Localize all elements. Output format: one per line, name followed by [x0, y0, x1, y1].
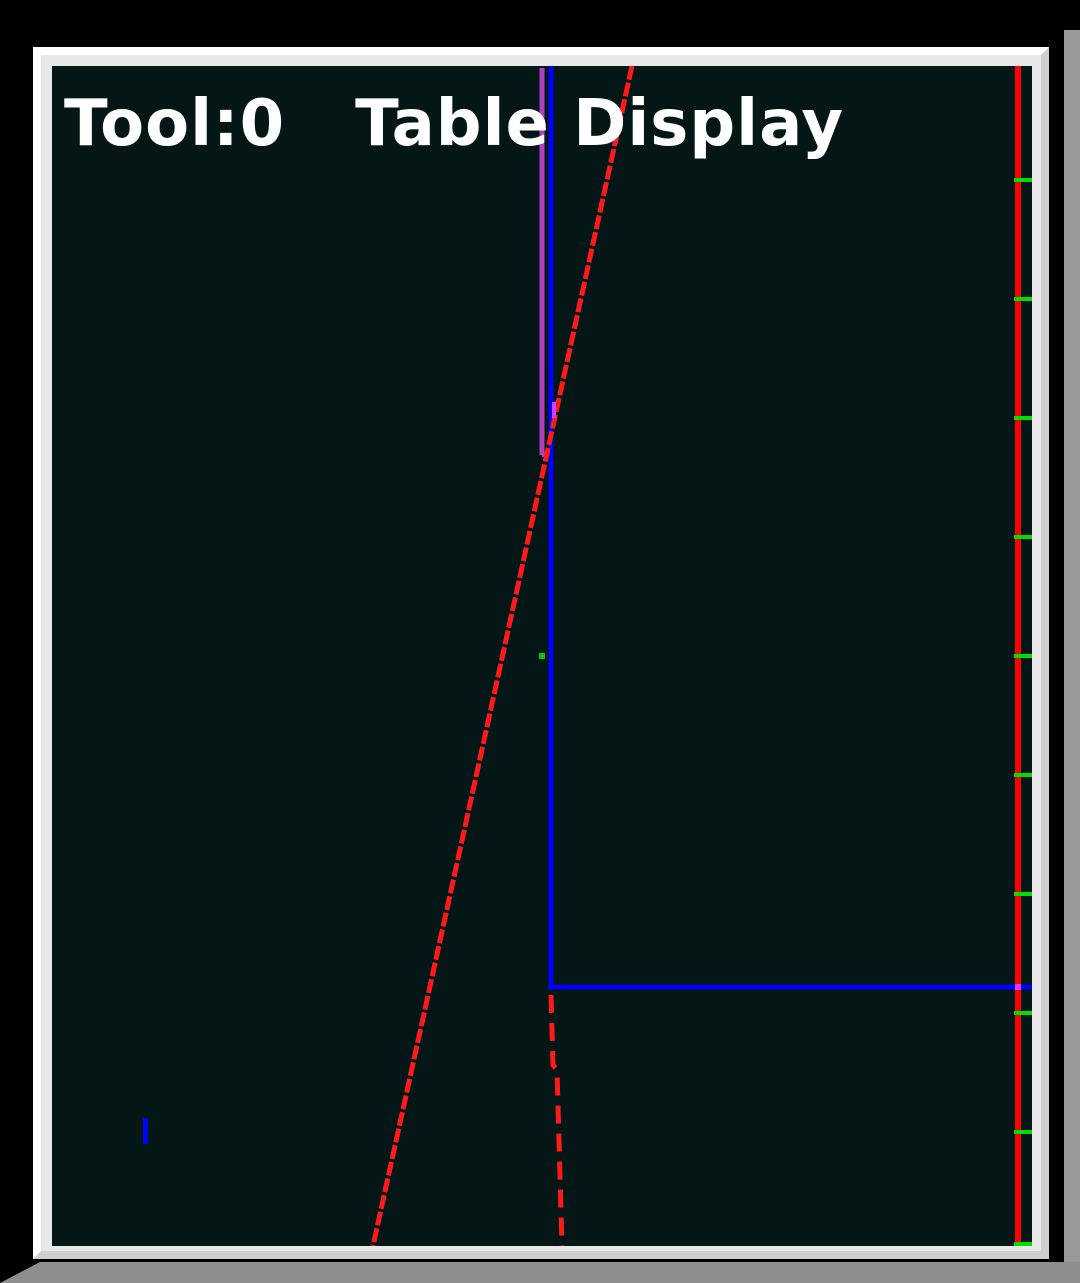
toolpath-canvas[interactable] [0, 0, 1080, 1283]
blue-origin-icon [143, 1118, 148, 1144]
viewport-title: Tool:0 Table Display [64, 92, 844, 156]
center-point-marker [539, 653, 545, 659]
tool-tip-marker [552, 402, 556, 418]
cnc-table-display-window: Tool:0 Table Display [0, 0, 1080, 1283]
toolpath-blue [548, 66, 1032, 990]
toolpath-red-dashed [548, 994, 565, 1246]
toolpath-red-diagonal [370, 66, 635, 1246]
display-mode-label: Table Display [355, 87, 845, 161]
intersection-marker [1015, 984, 1021, 990]
tool-label: Tool:0 [64, 87, 286, 161]
